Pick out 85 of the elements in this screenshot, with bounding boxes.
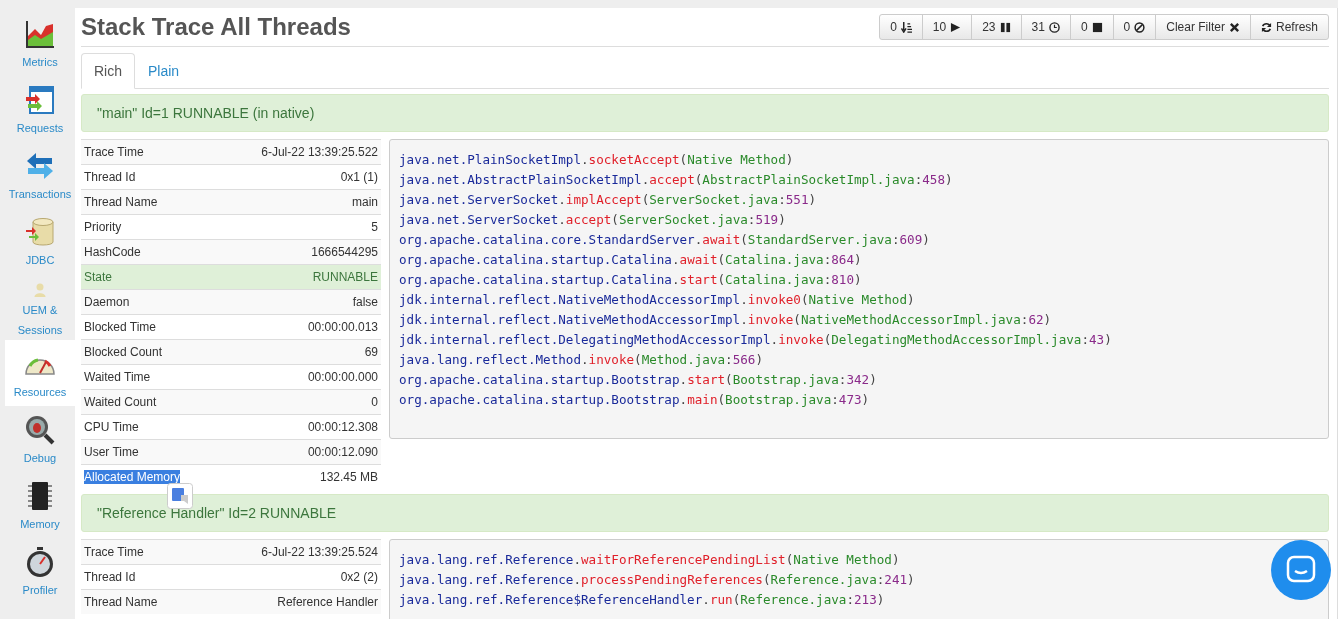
filter-button[interactable]: Refresh <box>1249 14 1329 40</box>
tab[interactable]: Plain <box>135 53 193 89</box>
window-arrows-icon <box>24 84 56 116</box>
property-value: 1666544295 <box>311 245 378 259</box>
stack-frame-line: org.apache.catalina.startup.Bootstrap.main(Bootstrap.java:473) <box>399 391 871 409</box>
sidebar-item[interactable]: UEM & Sessions <box>5 274 75 340</box>
sidebar-item[interactable]: Debug <box>5 406 75 472</box>
property-label: HashCode <box>84 245 141 259</box>
stack-frame-line: java.net.PlainSocketImpl.socketAccept(Native Method) <box>399 151 795 169</box>
play-icon <box>950 21 962 33</box>
property-label: Waited Count <box>84 395 157 409</box>
sort-icon <box>900 21 912 33</box>
sidebar-item[interactable]: Memory <box>5 472 75 538</box>
stack-frame-line: java.net.ServerSocket.implAccept(ServerSocket.java:551) <box>399 191 818 209</box>
stack-frame-line: jdk.internal.reflect.NativeMethodAccessorImpl.invoke(NativeMethodAccessorImpl.java:62) <box>399 311 1053 329</box>
property-label: Thread Name <box>84 195 158 209</box>
property-label: Allocated Memory <box>84 470 181 484</box>
property-value: 6-Jul-22 13:39:25.522 <box>261 145 378 159</box>
stack-frame-line: org.apache.catalina.startup.Catalina.await(Catalina.java:864) <box>399 251 863 269</box>
property-label: User Time <box>84 445 139 459</box>
property-label: Thread Name <box>84 595 158 609</box>
stop-icon <box>1091 21 1103 33</box>
sidebar-item[interactable]: JDBC <box>5 208 75 274</box>
sidebar-item[interactable]: Resources <box>5 340 75 406</box>
thread-header: "main" Id=1 RUNNABLE (in native) <box>81 94 1329 132</box>
property-value: 132.45 MB <box>319 470 378 484</box>
property-label: Trace Time <box>84 145 144 159</box>
stack-frame-line: org.apache.catalina.core.StandardServer.await(StandardServer.java:609) <box>399 231 931 249</box>
filter-button[interactable]: 0 <box>1112 14 1157 40</box>
property-label: Waited Time <box>84 370 151 384</box>
page-title: Stack Trace All Threads <box>81 13 351 41</box>
thread-header: "Reference Handler" Id=2 RUNNABLE <box>81 494 1329 532</box>
sidebar-item[interactable]: Metrics <box>5 10 75 76</box>
property-label: Thread Id <box>84 170 136 184</box>
close-icon <box>1228 21 1240 33</box>
stack-frame-line: java.net.ServerSocket.accept(ServerSocket.java:519) <box>399 211 787 229</box>
clock-icon <box>1048 21 1060 33</box>
sidebar-item[interactable]: Transactions <box>5 142 75 208</box>
stack-frame-line: org.apache.catalina.startup.Bootstrap.start(Bootstrap.java:342) <box>399 371 878 389</box>
property-value: 6-Jul-22 13:39:25.524 <box>261 545 378 559</box>
property-value: 00:00:00.000 <box>307 370 378 384</box>
property-value: 00:00:00.013 <box>307 320 378 334</box>
stack-frame-line: java.net.AbstractPlainSocketImpl.accept(AbstractPlainSocketImpl.java:458) <box>399 171 954 189</box>
filter-button[interactable]: 10 <box>921 14 973 40</box>
property-value: 00:00:12.308 <box>307 420 378 434</box>
filter-button[interactable]: 0 <box>1069 14 1114 40</box>
filter-button[interactable]: Clear Filter <box>1155 14 1251 40</box>
bug-magnifier-icon <box>24 414 56 446</box>
sidebar-item[interactable]: Requests <box>5 76 75 142</box>
stack-frame-line: org.apache.catalina.startup.Catalina.start(Catalina.java:810) <box>399 271 863 289</box>
stack-frame-line: java.lang.ref.Reference.processPendingReferences(Reference.java:241) <box>399 571 916 589</box>
sidebar-item[interactable]: Profiler <box>5 538 75 604</box>
property-value: main <box>352 195 378 209</box>
property-label: State <box>84 270 113 284</box>
property-value: 0 <box>371 395 378 409</box>
ban-icon <box>1134 21 1146 33</box>
property-value: Reference Handler <box>277 595 378 609</box>
filter-button[interactable]: 0 <box>879 14 923 40</box>
property-value: false <box>352 295 378 309</box>
filter-button[interactable]: 23 <box>971 14 1022 40</box>
stack-frame-line: java.lang.ref.Reference.waitForReferencePendingList(Native Method) <box>399 551 901 569</box>
stopwatch-icon <box>24 546 56 578</box>
stack-frame-line: jdk.internal.reflect.NativeMethodAccessorImpl.invoke0(Native Method) <box>399 291 916 309</box>
property-label: CPU Time <box>84 420 139 434</box>
property-label: Blocked Count <box>84 345 163 359</box>
stack-frame-line: java.lang.ref.Reference$ReferenceHandler.run(Reference.java:213) <box>399 591 886 609</box>
property-value: 69 <box>364 345 378 359</box>
tab[interactable]: Rich <box>81 53 135 89</box>
property-label: Priority <box>84 220 122 234</box>
pause-icon <box>999 21 1011 33</box>
stack-frame-line: java.lang.reflect.Method.invoke(Method.java:566) <box>399 351 764 369</box>
stack-frame-line: jdk.internal.reflect.DelegatingMethodAccessorImpl.invoke(DelegatingMethodAccessorImpl.java:43) <box>399 331 1113 349</box>
database-icon <box>24 216 56 248</box>
refresh-icon <box>1260 21 1272 33</box>
property-label: Blocked Time <box>84 320 157 334</box>
property-label: Trace Time <box>84 545 144 559</box>
property-value: RUNNABLE <box>312 270 378 284</box>
property-value: 5 <box>371 220 378 234</box>
property-label: Thread Id <box>84 570 136 584</box>
line-chart-icon <box>24 18 56 50</box>
filter-button[interactable]: 31 <box>1020 14 1071 40</box>
property-value: 0x2 (2) <box>340 570 378 584</box>
property-label: Daemon <box>84 295 130 309</box>
property-value: 00:00:12.090 <box>307 445 378 459</box>
property-value: 0x1 (1) <box>340 170 378 184</box>
